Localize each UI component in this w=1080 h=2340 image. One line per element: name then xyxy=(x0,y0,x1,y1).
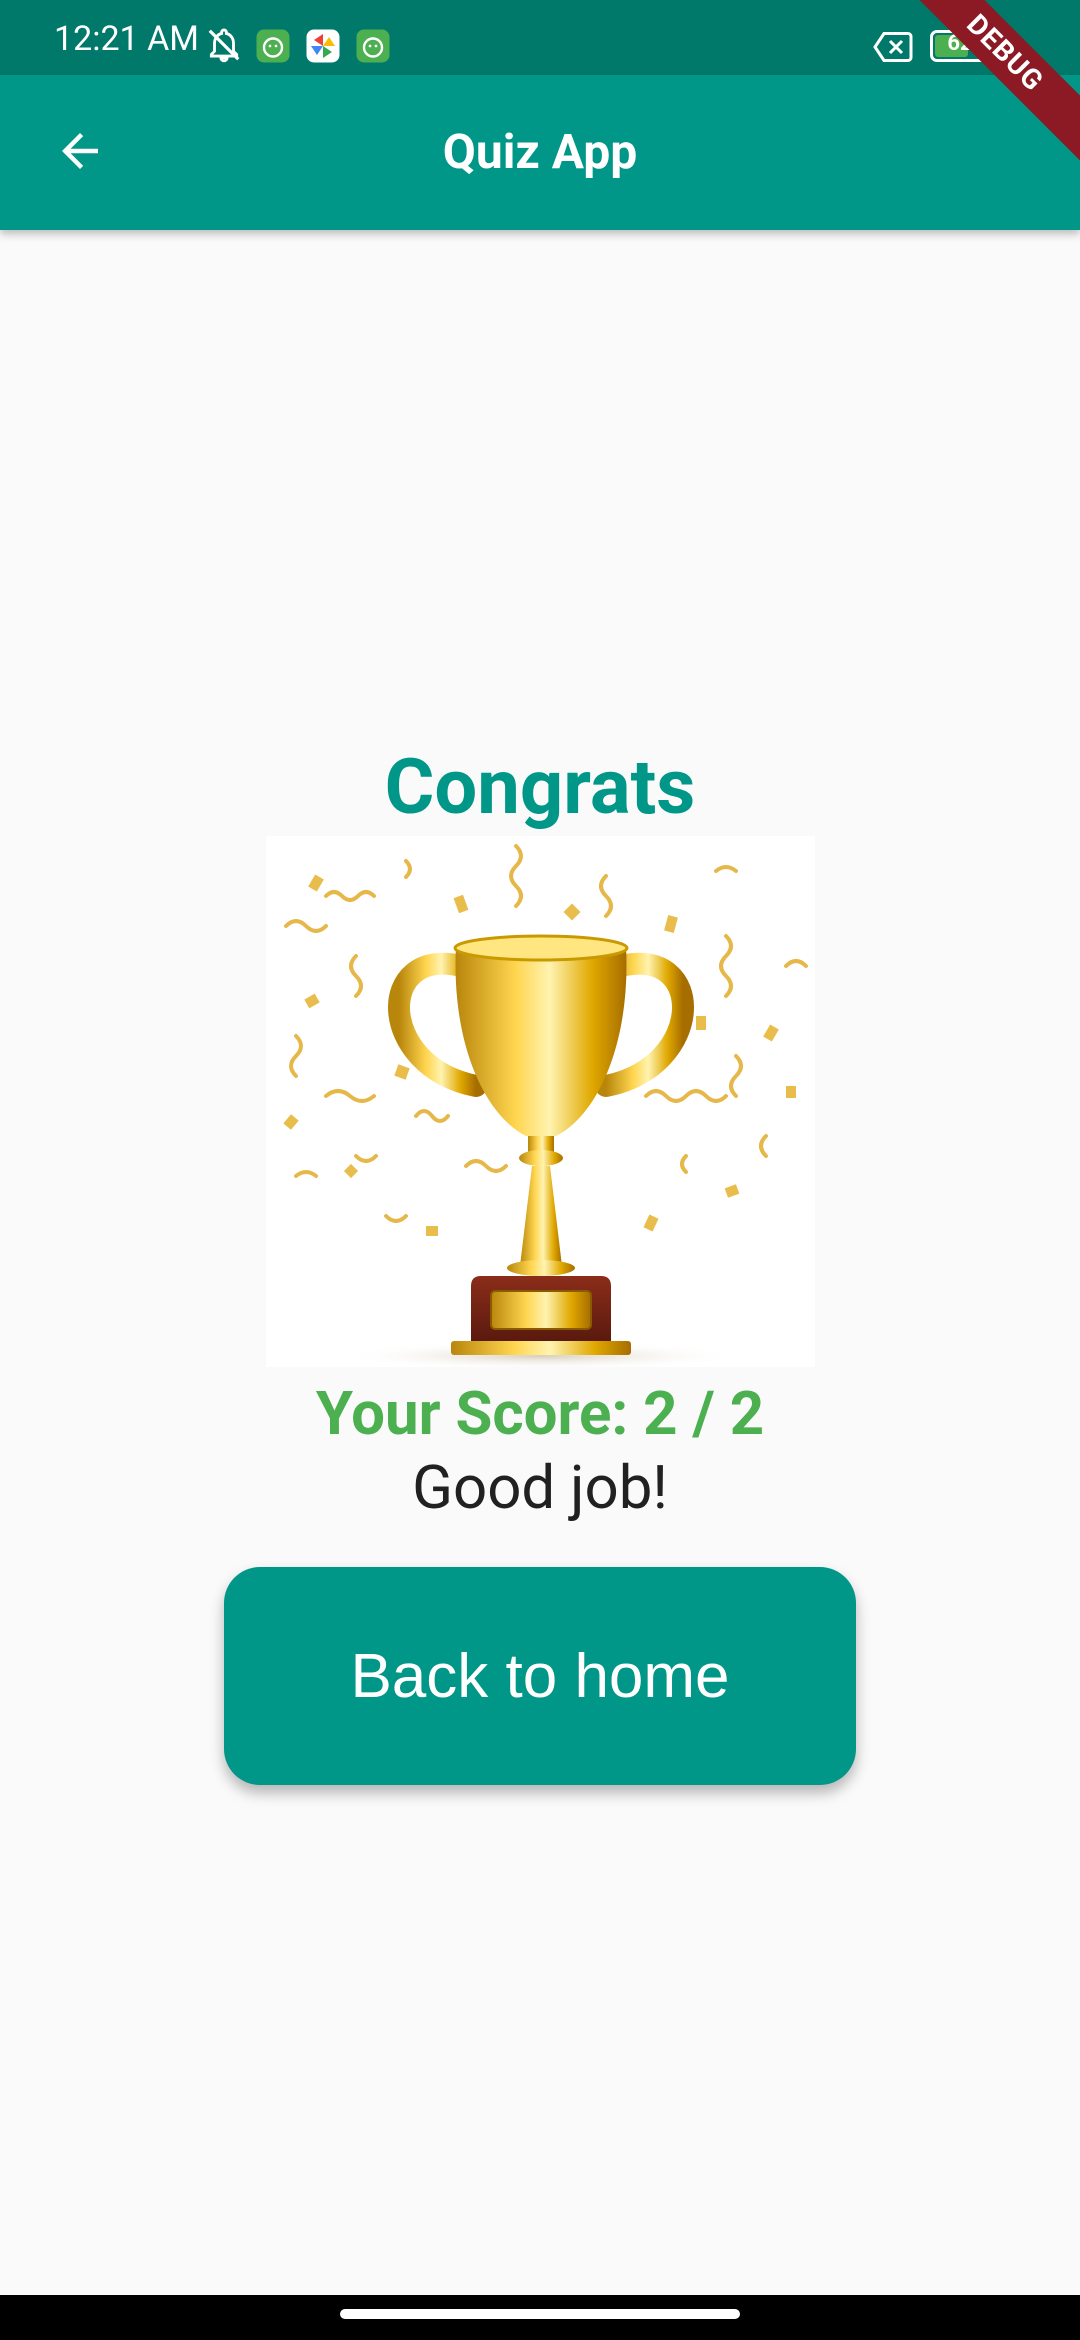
app-bar: Quiz App xyxy=(0,75,1080,230)
quiz-result-screen: 12:21 AM 62 DEBUG Quiz App Congrats Your… xyxy=(0,0,1080,2340)
status-bar: 12:21 AM 62 xyxy=(0,0,1080,75)
trophy-icon xyxy=(283,844,808,1370)
trophy-image xyxy=(266,836,815,1370)
result-message: Good job! xyxy=(412,1452,668,1523)
app-notification-icon xyxy=(356,29,390,63)
result-heading: Congrats xyxy=(384,742,696,832)
no-sim-icon xyxy=(873,32,913,62)
navigation-bar xyxy=(0,2295,1080,2340)
app-notification-icon xyxy=(256,29,290,63)
bell-off-icon xyxy=(208,28,240,63)
score-text: Your Score: 2 / 2 xyxy=(315,1378,765,1449)
home-gesture-handle[interactable] xyxy=(340,2309,740,2319)
app-title: Quiz App xyxy=(442,123,638,180)
back-to-home-button[interactable]: Back to home xyxy=(224,1567,856,1785)
photos-icon xyxy=(306,29,340,63)
status-time: 12:21 AM xyxy=(54,19,199,59)
